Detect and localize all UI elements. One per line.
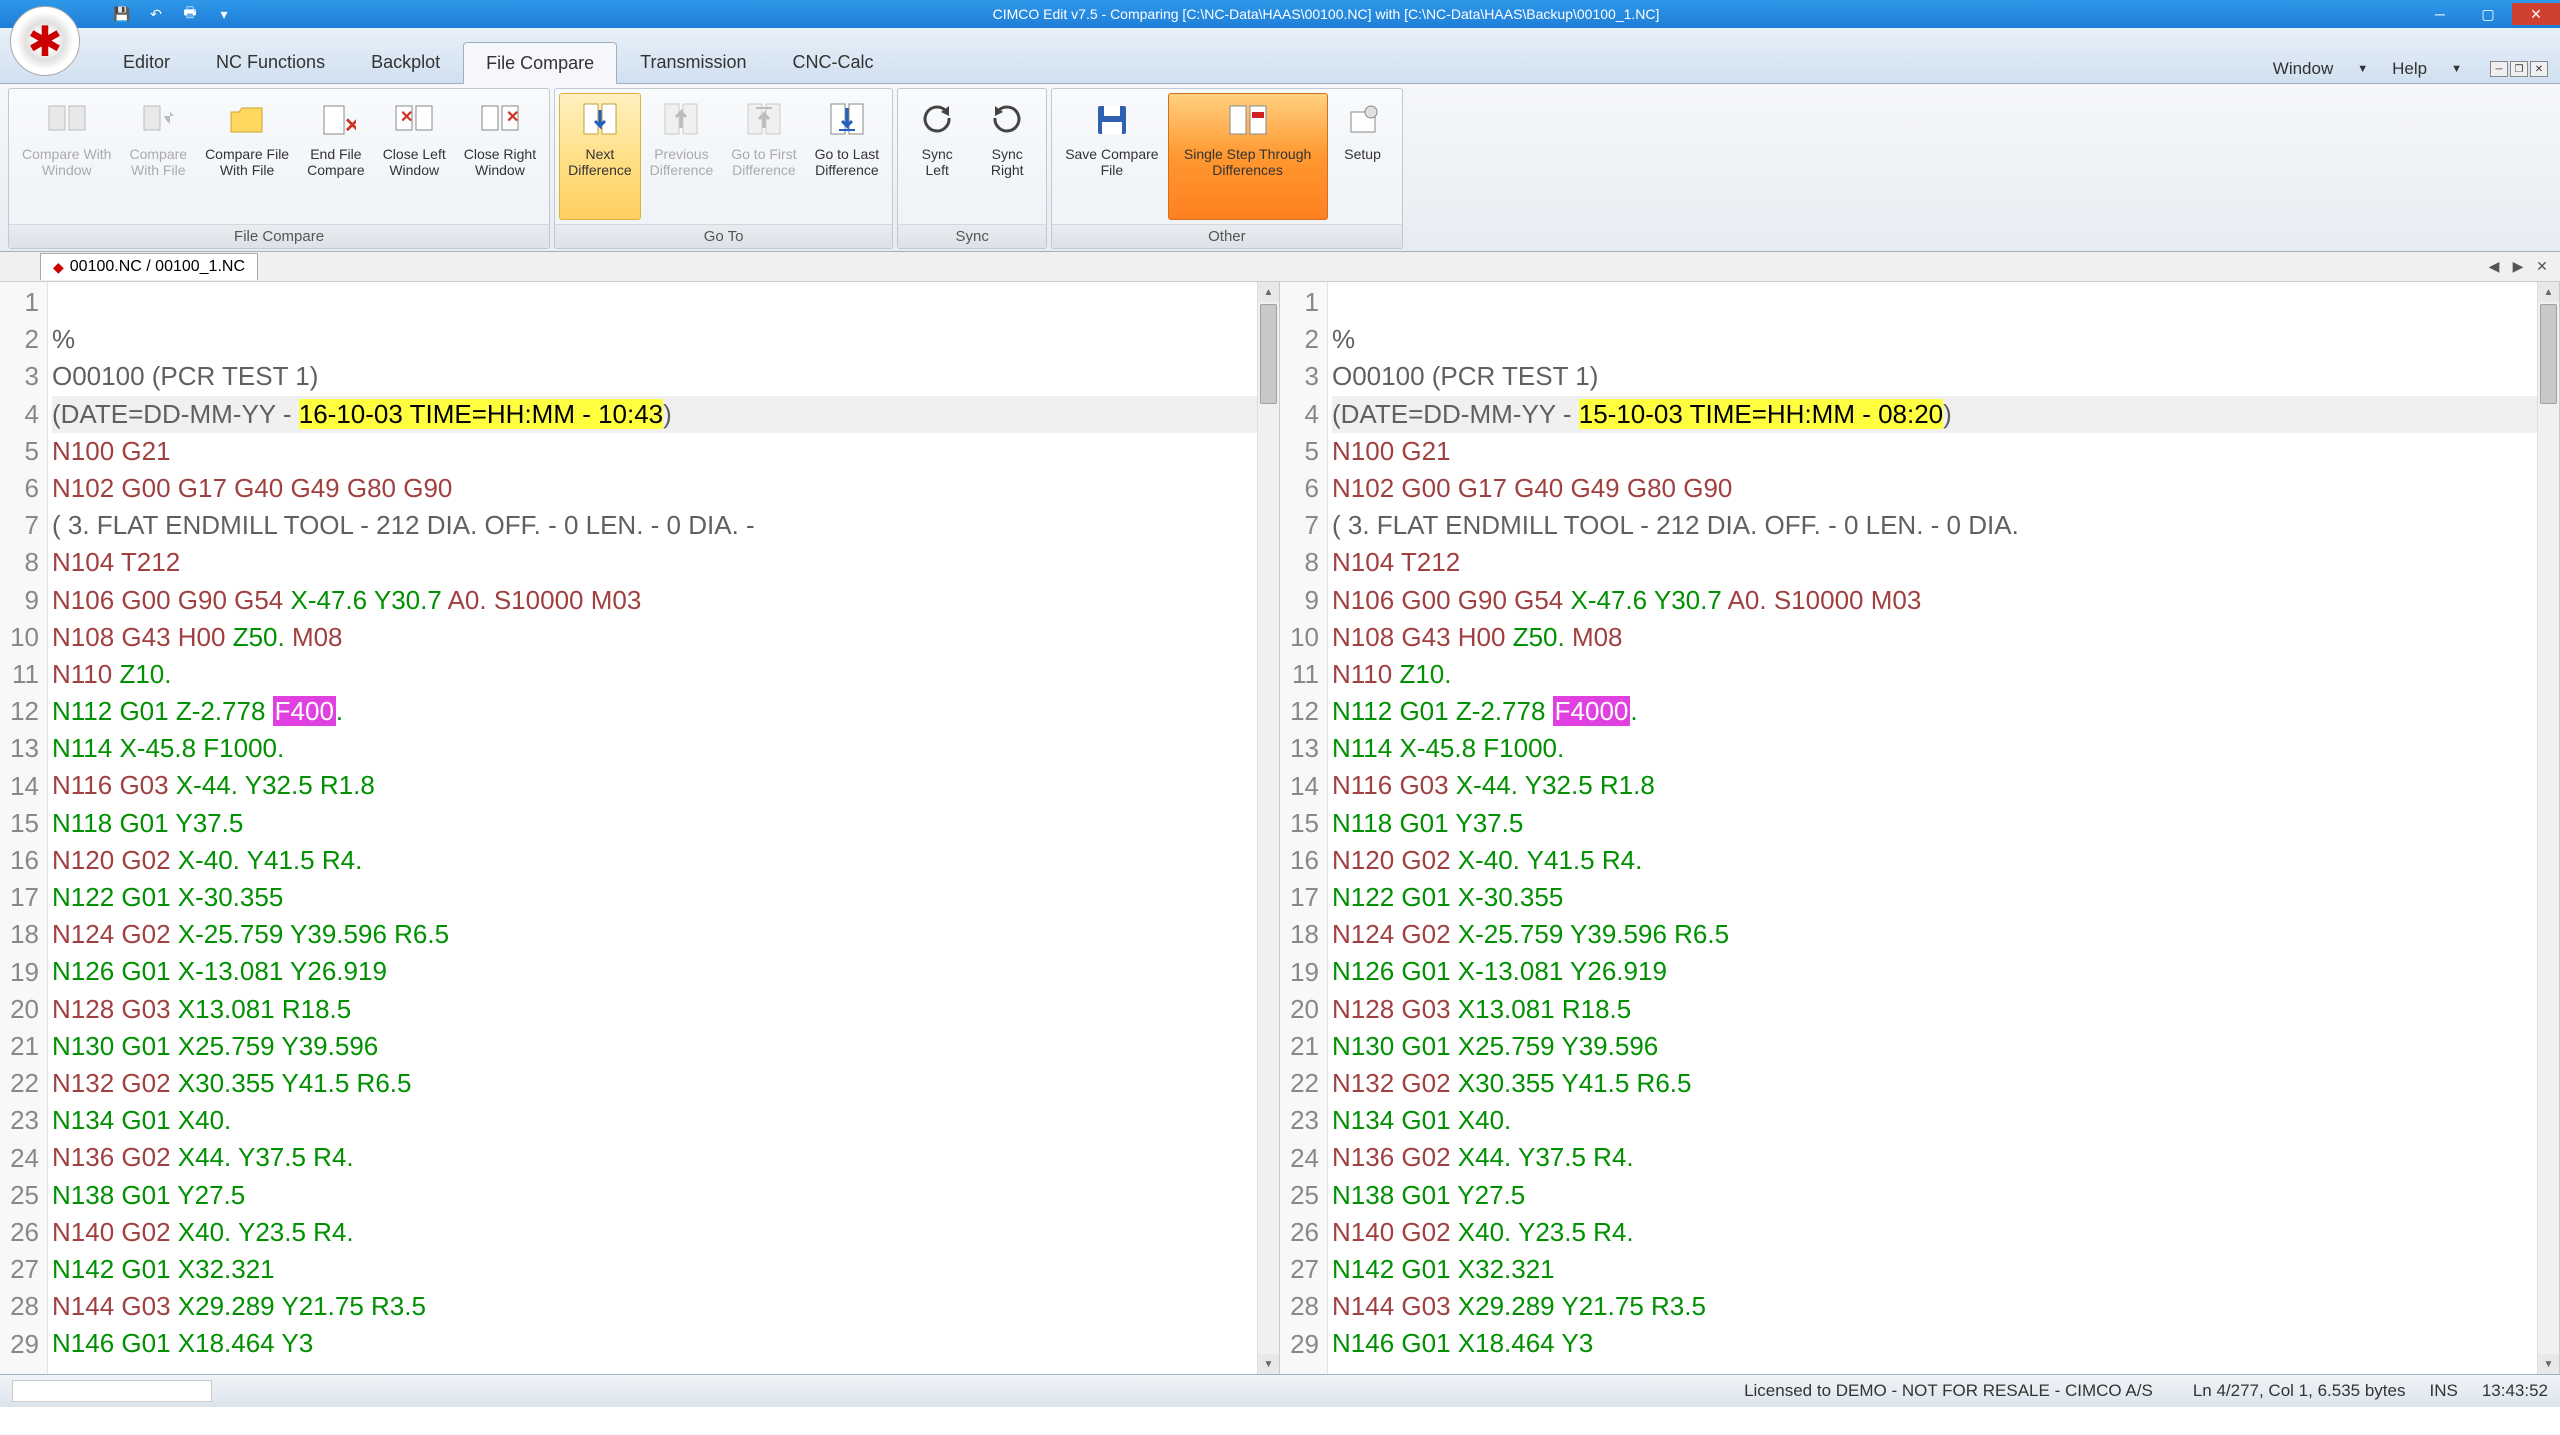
scroll-up-icon[interactable]: ▲ — [1258, 282, 1279, 302]
sync-left-icon — [915, 98, 959, 142]
left-pane: 1234567891011121314151617181920212223242… — [0, 282, 1280, 1374]
arrow-down-icon — [578, 98, 622, 142]
tab-backplot[interactable]: Backplot — [348, 41, 463, 83]
menu-help[interactable]: Help — [2384, 55, 2435, 83]
scroll-up-icon[interactable]: ▲ — [2538, 282, 2559, 302]
document-tab[interactable]: ◆ 00100.NC / 00100_1.NC — [40, 253, 258, 280]
status-insert-mode: INS — [2429, 1381, 2457, 1401]
next-difference-button[interactable]: NextDifference — [559, 93, 641, 220]
mdi-close-icon[interactable]: ✕ — [2530, 61, 2548, 77]
title-bar: 💾 ↶ 🖶 ▾ CIMCO Edit v7.5 - Comparing [C:\… — [0, 0, 2560, 28]
close-right-window-button[interactable]: ✕ Close RightWindow — [455, 93, 545, 220]
step-icon — [1226, 98, 1270, 142]
maximize-button[interactable]: ▢ — [2464, 3, 2512, 25]
folder-icon — [225, 98, 269, 142]
arrow-bottom-icon — [825, 98, 869, 142]
ribbon-group-label: Go To — [555, 224, 892, 248]
left-code[interactable]: %O00100 (PCR TEST 1)(DATE=DD-MM-YY - 16-… — [48, 282, 1257, 1374]
mdi-restore-icon[interactable]: ❐ — [2510, 61, 2528, 77]
go-to-last-difference-button[interactable]: Go to LastDifference — [806, 93, 889, 220]
scroll-down-icon[interactable]: ▼ — [2538, 1354, 2559, 1374]
setup-icon — [1341, 98, 1385, 142]
left-scrollbar[interactable]: ▲ ▼ — [1257, 282, 1279, 1374]
tab-cnc-calc[interactable]: CNC-Calc — [770, 41, 897, 83]
ribbon-group-label: Sync — [898, 224, 1046, 248]
ribbon: Compare WithWindow CompareWith File Comp… — [0, 84, 2560, 252]
sync-right-button[interactable]: SyncRight — [972, 93, 1042, 220]
ribbon-group-label: Other — [1052, 224, 1401, 248]
file-x-icon: ✕ — [314, 98, 358, 142]
ribbon-group-other: Save CompareFile Single Step ThroughDiff… — [1051, 88, 1402, 249]
compare-with-window-button[interactable]: Compare WithWindow — [13, 93, 120, 220]
ribbon-tabs: Editor NC Functions Backplot File Compar… — [0, 28, 2560, 84]
file-icon — [136, 98, 180, 142]
scroll-down-icon[interactable]: ▼ — [1258, 1354, 1279, 1374]
chevron-down-icon: ▼ — [2443, 59, 2470, 79]
doc-icon: ◆ — [53, 259, 64, 276]
minimize-button[interactable]: ─ — [2416, 3, 2464, 25]
tab-transmission[interactable]: Transmission — [617, 41, 769, 83]
single-step-through-differences-button[interactable]: Single Step ThroughDifferences — [1168, 93, 1328, 220]
close-right-icon: ✕ — [478, 98, 522, 142]
sync-right-icon — [985, 98, 1029, 142]
qat-undo-icon[interactable]: ↶ — [144, 4, 168, 24]
arrow-top-icon — [742, 98, 786, 142]
ribbon-group-file-compare: Compare WithWindow CompareWith File Comp… — [8, 88, 550, 249]
previous-difference-button[interactable]: PreviousDifference — [641, 93, 723, 220]
tab-editor[interactable]: Editor — [100, 41, 193, 83]
go-to-first-difference-button[interactable]: Go to FirstDifference — [722, 93, 805, 220]
arrow-up-icon — [659, 98, 703, 142]
qat-dropdown-icon[interactable]: ▾ — [212, 4, 236, 24]
editor-area: 1234567891011121314151617181920212223242… — [0, 282, 2560, 1374]
scroll-thumb[interactable] — [2540, 304, 2557, 404]
tab-prev-icon[interactable]: ◀ — [2484, 257, 2504, 277]
status-progress — [12, 1380, 212, 1402]
ribbon-group-label: File Compare — [9, 224, 549, 248]
status-time: 13:43:52 — [2482, 1381, 2548, 1401]
ribbon-group-goto: NextDifference PreviousDifference Go to … — [554, 88, 893, 249]
save-icon — [1090, 98, 1134, 142]
compare-file-with-file-button[interactable]: Compare FileWith File — [196, 93, 298, 220]
close-left-icon: ✕ — [392, 98, 436, 142]
app-icon[interactable]: ✱ — [10, 6, 80, 76]
svg-text:✕: ✕ — [506, 109, 519, 126]
document-tab-label: 00100.NC / 00100_1.NC — [70, 258, 245, 276]
tab-next-icon[interactable]: ▶ — [2508, 257, 2528, 277]
mdi-minimize-icon[interactable]: ─ — [2490, 61, 2508, 77]
ribbon-group-sync: SyncLeft SyncRight Sync — [897, 88, 1047, 249]
status-bar: Licensed to DEMO - NOT FOR RESALE - CIMC… — [0, 1374, 2560, 1407]
chevron-down-icon: ▼ — [2349, 59, 2376, 79]
qat-save-icon[interactable]: 💾 — [110, 4, 134, 24]
compare-with-file-button[interactable]: CompareWith File — [120, 93, 196, 220]
right-code[interactable]: %O00100 (PCR TEST 1)(DATE=DD-MM-YY - 15-… — [1328, 282, 2537, 1374]
sync-left-button[interactable]: SyncLeft — [902, 93, 972, 220]
right-gutter: 1234567891011121314151617181920212223242… — [1280, 282, 1328, 1374]
status-license: Licensed to DEMO - NOT FOR RESALE - CIMC… — [212, 1381, 2193, 1401]
right-pane: 1234567891011121314151617181920212223242… — [1280, 282, 2560, 1374]
svg-text:✕: ✕ — [344, 115, 356, 137]
menu-window[interactable]: Window — [2265, 55, 2341, 83]
left-gutter: 1234567891011121314151617181920212223242… — [0, 282, 48, 1374]
tab-nc-functions[interactable]: NC Functions — [193, 41, 348, 83]
svg-text:✕: ✕ — [400, 109, 413, 126]
document-tabs: ◆ 00100.NC / 00100_1.NC ◀ ▶ ✕ — [0, 252, 2560, 282]
status-position: Ln 4/277, Col 1, 6.535 bytes — [2193, 1381, 2406, 1401]
right-scrollbar[interactable]: ▲ ▼ — [2537, 282, 2559, 1374]
tab-file-compare[interactable]: File Compare — [463, 42, 617, 84]
close-button[interactable]: ✕ — [2512, 3, 2560, 25]
scroll-thumb[interactable] — [1260, 304, 1277, 404]
window-icon — [45, 98, 89, 142]
close-left-window-button[interactable]: ✕ Close LeftWindow — [374, 93, 455, 220]
save-compare-file-button[interactable]: Save CompareFile — [1056, 93, 1167, 220]
setup-button[interactable]: Setup — [1328, 93, 1398, 220]
qat-print-icon[interactable]: 🖶 — [178, 4, 202, 24]
window-title: CIMCO Edit v7.5 - Comparing [C:\NC-Data\… — [236, 6, 2416, 22]
end-file-compare-button[interactable]: ✕ End FileCompare — [298, 93, 374, 220]
tab-close-icon[interactable]: ✕ — [2532, 257, 2552, 277]
